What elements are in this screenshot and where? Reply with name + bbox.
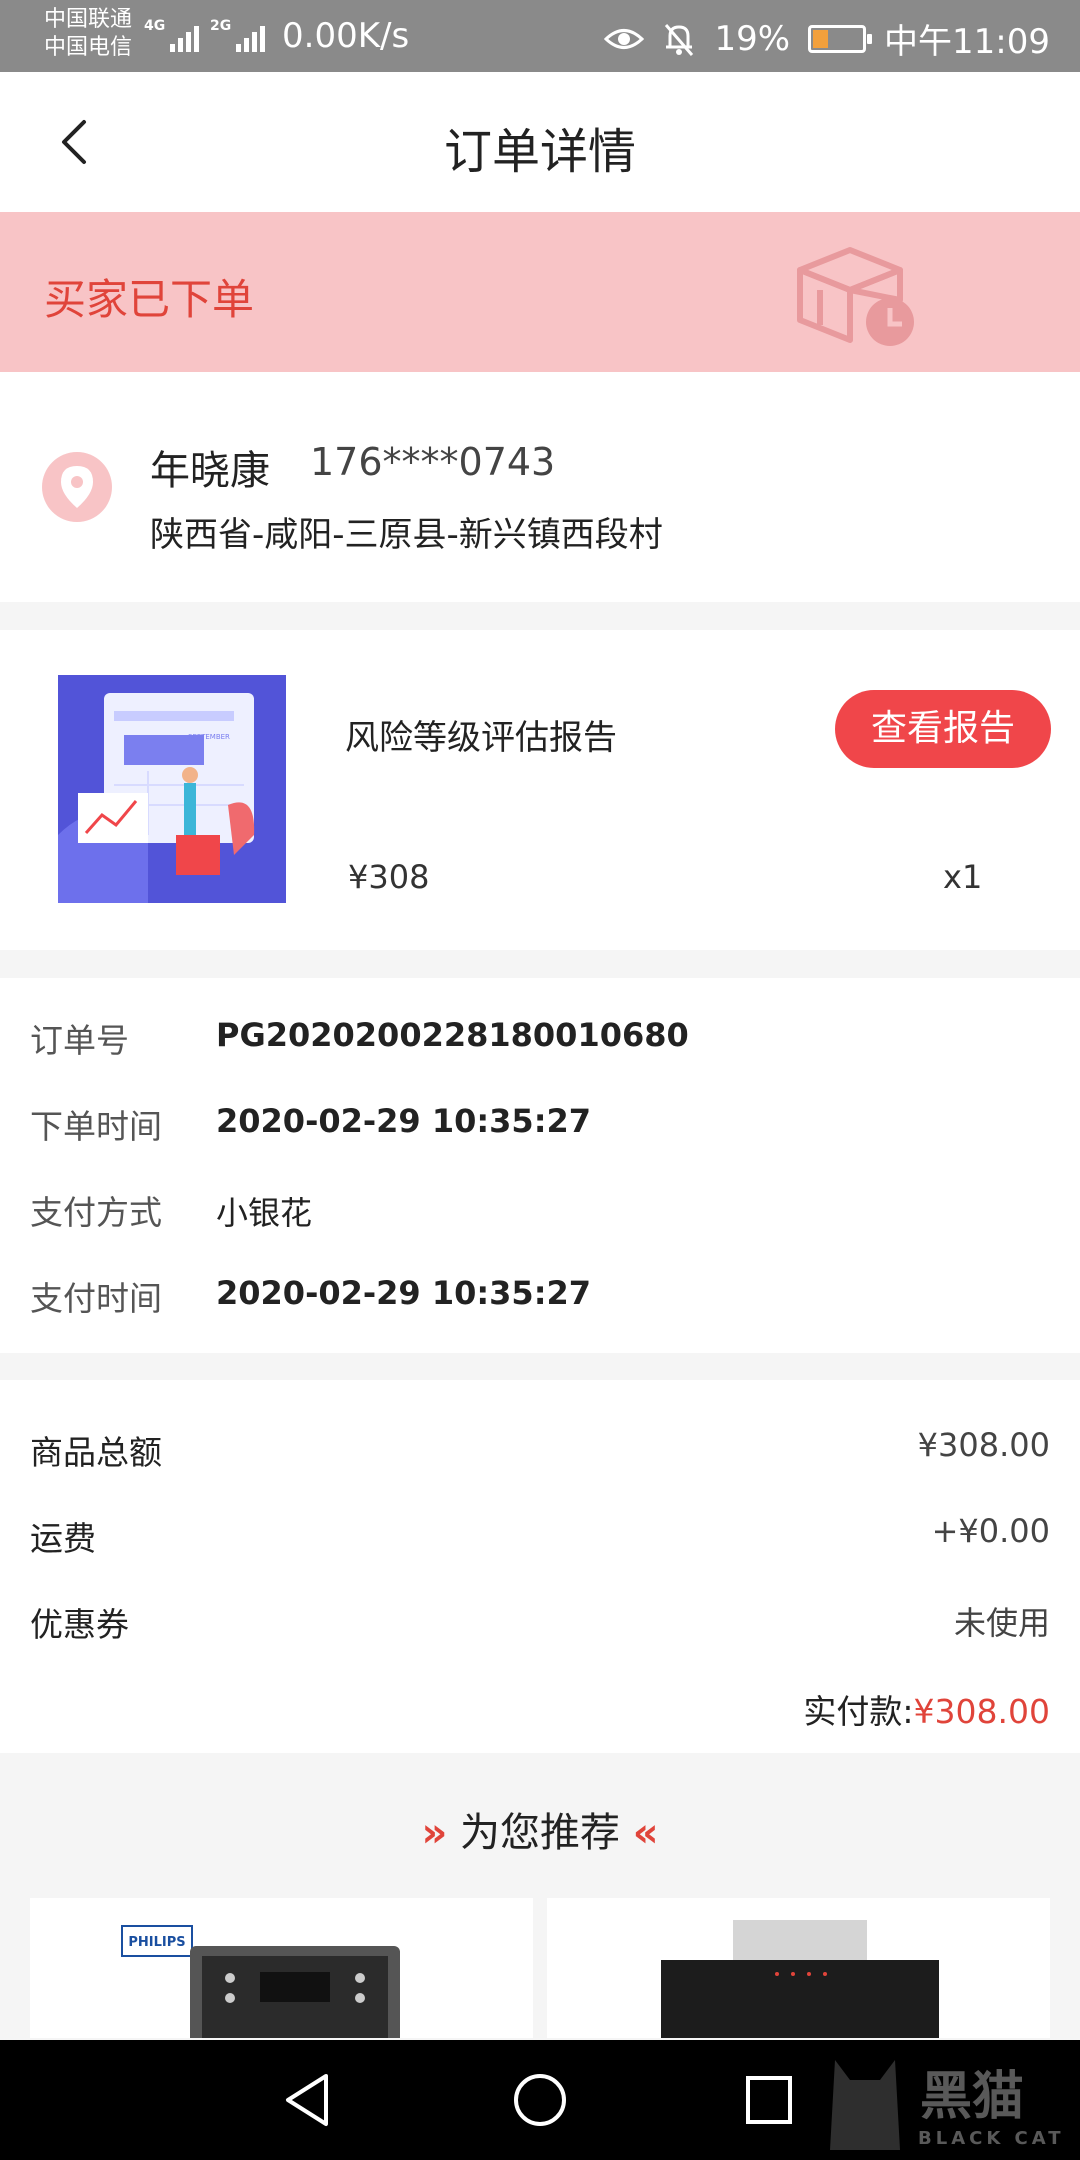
product-price: ¥308	[348, 858, 430, 896]
status-bar: 中国联通 中国电信 4G 2G 0.00K/s 19% 中午11:09	[0, 0, 1080, 72]
carrier-names: 中国联通 中国电信	[44, 6, 132, 62]
amount-paid: 实付款:¥308.00	[803, 1685, 1050, 1733]
app-header: 订单详情	[0, 72, 1080, 212]
recommend-card-1[interactable]: PHILIPS	[30, 1898, 533, 2038]
nav-back-icon[interactable]	[282, 2070, 332, 2130]
payment-time-value: 2020-02-29 10:35:27	[216, 1274, 592, 1312]
battery-icon	[808, 24, 873, 53]
cat-watermark-icon	[830, 2060, 900, 2150]
recipient-name: 年晓康	[150, 448, 270, 494]
recommend-heading: » 为您推荐 «	[0, 1800, 1080, 1858]
double-chevron-left-icon: «	[632, 1810, 659, 1856]
nav-home-icon[interactable]	[512, 2070, 568, 2130]
watermark: 黑猫 BLACK CAT	[820, 2040, 1080, 2160]
product-thumbnail[interactable]: SEPTEMBER	[58, 675, 286, 903]
order-number-value: PG2020200228180010680	[216, 1016, 689, 1054]
recommend-card-2[interactable]	[547, 1898, 1050, 2038]
view-report-button[interactable]: 查看报告	[835, 690, 1051, 768]
payment-time-label: 支付时间	[30, 1279, 162, 1318]
double-chevron-right-icon: »	[421, 1810, 448, 1856]
page-title: 订单详情	[443, 124, 636, 180]
carrier-2: 中国电信	[44, 35, 133, 60]
product-item: SEPTEMBER 风险等级评估报告 查看报告 ¥308 x1	[0, 630, 1080, 950]
price-summary: 商品总额 ¥308.00 运费 +¥0.00 优惠券 未使用 实付款:¥308.…	[0, 1380, 1080, 1753]
battery-percent: 19%	[714, 18, 791, 59]
coupon-label: 优惠券	[30, 1605, 129, 1644]
subtotal-value: ¥308.00	[917, 1426, 1050, 1464]
status-right: 19% 中午11:09	[604, 14, 1050, 63]
order-time-value: 2020-02-29 10:35:27	[216, 1102, 592, 1140]
recipient-phone: 176****0743	[310, 440, 556, 484]
amount-paid-label: 实付款:	[803, 1692, 914, 1731]
network-type-1: 4G	[144, 18, 166, 34]
carrier-1: 中国联通	[44, 7, 133, 32]
order-info-section: 订单号 PG2020200228180010680 下单时间 2020-02-2…	[0, 978, 1080, 1353]
coupon-value: 未使用	[953, 1604, 1050, 1642]
order-status-banner: 买家已下单	[0, 212, 1080, 372]
shipping-address[interactable]: 年晓康 176****0743 陕西省-咸阳-三原县-新兴镇西段村	[0, 372, 1080, 602]
signal-1-icon: 4G	[144, 18, 200, 52]
subtotal-label: 商品总额	[30, 1433, 162, 1472]
product-name: 风险等级评估报告	[345, 718, 617, 758]
clock: 中午11:09	[884, 22, 1050, 62]
order-status-text: 买家已下单	[44, 275, 255, 324]
shipping-fee-label: 运费	[30, 1519, 96, 1558]
eye-icon	[604, 28, 645, 49]
order-time-label: 下单时间	[30, 1107, 162, 1146]
network-type-2: 2G	[210, 18, 232, 34]
amount-paid-value: ¥308.00	[913, 1692, 1050, 1731]
payment-method-label: 支付方式	[30, 1193, 162, 1232]
watermark-text: 黑猫	[920, 2067, 1025, 2127]
brand-label: PHILIPS	[128, 1935, 185, 1950]
mute-bell-icon	[665, 23, 694, 56]
nav-recents-icon[interactable]	[744, 2070, 794, 2130]
recipient-address: 陕西省-咸阳-三原县-新兴镇西段村	[150, 515, 663, 555]
order-number-label: 订单号	[30, 1021, 129, 1060]
location-pin-icon	[42, 452, 112, 522]
product-quantity: x1	[943, 858, 983, 896]
payment-method-value: 小银花	[216, 1194, 313, 1232]
signal-2-icon: 2G	[210, 18, 266, 52]
recommend-title: 为您推荐	[460, 1810, 620, 1856]
watermark-subtext: BLACK CAT	[918, 2128, 1065, 2149]
shipping-fee-value: +¥0.00	[931, 1512, 1050, 1550]
network-speed: 0.00K/s	[282, 16, 410, 56]
thumbnail-caption: SEPTEMBER	[188, 733, 230, 741]
package-clock-icon	[797, 247, 914, 346]
